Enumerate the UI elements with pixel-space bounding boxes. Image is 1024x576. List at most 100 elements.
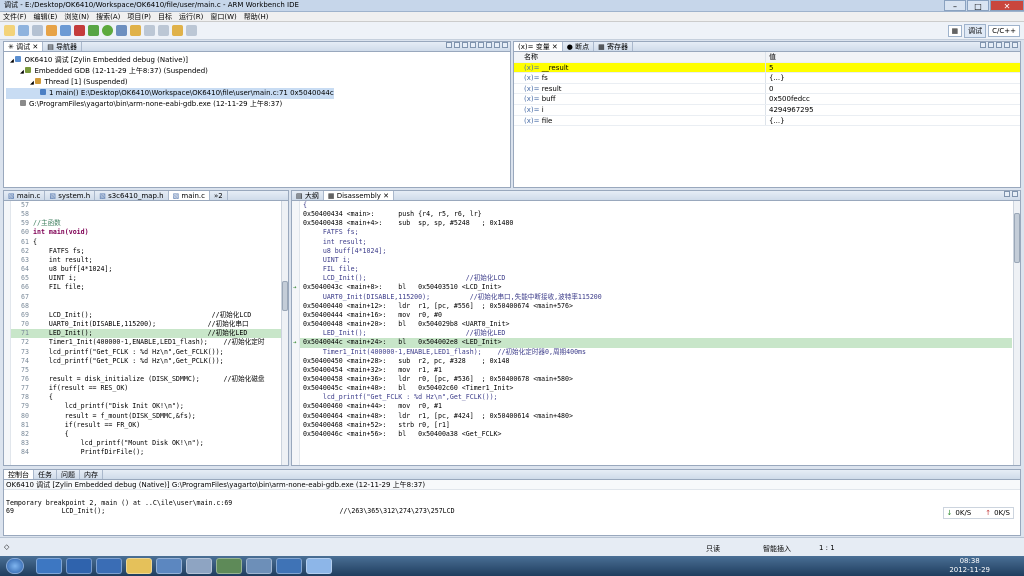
variable-icon: (x)= — [524, 95, 542, 104]
step-return-icon[interactable] — [486, 42, 492, 48]
menu-item[interactable]: 运行(R) — [179, 12, 203, 22]
console-tab[interactable]: 控制台 — [4, 470, 34, 479]
variable-row[interactable]: (x)= file {...} — [514, 115, 1020, 127]
taskbar-media-icon[interactable] — [96, 558, 122, 574]
minimize-button[interactable]: – — [944, 0, 966, 11]
taskbar-app-icon[interactable] — [276, 558, 302, 574]
minimize-view-icon[interactable] — [494, 42, 500, 48]
debug-tree-node[interactable]: ◢ OK6410 调试 [Zylin Embedded debug (Nativ… — [6, 55, 508, 66]
code-text: Timer1_Init(400000-1,ENABLE,LED1_flash);… — [33, 338, 265, 347]
menu-item[interactable]: 编辑(E) — [34, 12, 58, 22]
disassembly-line: 0x50400434 <main>: push {r4, r5, r6, lr} — [300, 210, 1012, 219]
console-output[interactable]: Temporary breakpoint 2, main () at ..C\i… — [4, 490, 1020, 516]
line-number: 66 — [21, 283, 29, 292]
maximize-view-icon[interactable] — [502, 42, 508, 48]
disassembly-scroll-thumb[interactable] — [1014, 213, 1020, 263]
taskbar-ie-icon[interactable] — [66, 558, 92, 574]
tab-disassembly[interactable]: ▦ Disassembly ✕ — [323, 191, 395, 200]
line-number: 67 — [21, 292, 29, 301]
variable-row[interactable]: (x)= fs {...} — [514, 73, 1020, 84]
search-icon[interactable] — [130, 25, 141, 36]
minimize-view-icon[interactable] — [1004, 42, 1010, 48]
taskbar-browser-icon[interactable] — [36, 558, 62, 574]
next-annotation-icon[interactable] — [158, 25, 169, 36]
disassembly-vertical-scrollbar[interactable] — [1013, 201, 1020, 465]
tab-registers[interactable]: ▦ 寄存器 — [594, 42, 633, 51]
code-line: 81 if(result == FR_OK) — [11, 421, 281, 430]
run-icon[interactable] — [102, 25, 113, 36]
menu-item[interactable]: 项目(P) — [127, 12, 151, 22]
taskbar-app-icon[interactable] — [216, 558, 242, 574]
suspend-icon[interactable] — [454, 42, 460, 48]
external-tools-icon[interactable] — [116, 25, 127, 36]
maximize-button[interactable]: □ — [967, 0, 989, 11]
console-tab[interactable]: 问题 — [57, 470, 80, 479]
editor-vertical-scrollbar[interactable] — [281, 201, 288, 465]
step-over-icon[interactable] — [478, 42, 484, 48]
close-button[interactable]: ✕ — [990, 0, 1024, 11]
taskbar-app-icon[interactable] — [156, 558, 182, 574]
minimize-view-icon[interactable] — [1004, 191, 1010, 197]
editor-tab[interactable]: ▧ main.c — [168, 191, 210, 200]
show-type-icon[interactable] — [980, 42, 986, 48]
tab-variables[interactable]: (x)= 变量 ✕ — [514, 42, 563, 51]
terminate-icon[interactable] — [462, 42, 468, 48]
print-icon[interactable] — [32, 25, 43, 36]
menu-item[interactable]: 浏览(N) — [64, 12, 89, 22]
editor-tab[interactable]: ▧ s3c6410_map.h — [95, 191, 169, 200]
debug-tree-node[interactable]: 1 main() E:\Desktop\OK6410\Workspace\OK6… — [6, 88, 334, 99]
editor-scroll-thumb[interactable] — [282, 281, 288, 311]
build-icon[interactable] — [46, 25, 57, 36]
open-perspective-icon[interactable]: ▦ — [947, 25, 963, 37]
variable-row[interactable]: (x)= __result 5 — [514, 62, 1020, 74]
menu-item[interactable]: 搜索(A) — [96, 12, 120, 22]
stop-icon[interactable] — [74, 25, 85, 36]
disassembly-code[interactable]: {0x50400434 <main>: push {r4, r5, r6, lr… — [293, 201, 1012, 439]
variable-row[interactable]: (x)= buff 0x500fedcc — [514, 94, 1020, 105]
variable-row[interactable]: (x)= i 4294967295 — [514, 104, 1020, 116]
taskbar-folder-icon[interactable] — [126, 558, 152, 574]
column-header-value[interactable]: 值 — [766, 52, 776, 62]
taskbar-app-icon[interactable] — [246, 558, 272, 574]
forward-icon[interactable] — [186, 25, 197, 36]
collapse-all-icon[interactable] — [988, 42, 994, 48]
prev-annotation-icon[interactable] — [144, 25, 155, 36]
step-into-icon[interactable] — [470, 42, 476, 48]
column-header-name[interactable]: 名称 — [514, 52, 766, 62]
variable-name-cell: (x)= result — [514, 83, 766, 94]
view-menu-icon[interactable] — [996, 42, 1002, 48]
taskbar-app-icon[interactable] — [186, 558, 212, 574]
debug-run-icon[interactable] — [88, 25, 99, 36]
tab-outline[interactable]: ▤ 大纲 — [292, 191, 324, 200]
start-button-icon[interactable] — [6, 558, 24, 574]
menu-item[interactable]: 帮助(H) — [244, 12, 269, 22]
back-icon[interactable] — [172, 25, 183, 36]
perspective-debug[interactable]: 调试 — [964, 24, 987, 38]
editor-tab[interactable]: ▧ main.c — [4, 191, 46, 200]
save-icon[interactable] — [18, 25, 29, 36]
editor-code[interactable]: 57 58 59 //主函数 60 int main(void) 61 {62 FATFS f… — [11, 201, 281, 457]
menu-item[interactable]: 目标 — [158, 12, 172, 22]
system-clock[interactable]: 08:38 2012-11-29 — [949, 557, 990, 575]
menu-item[interactable]: 文件(F) — [3, 12, 27, 22]
debug-tree-node[interactable]: ◢ Embedded GDB (12-11-29 上午8:37) (Suspen… — [6, 66, 508, 77]
editor-tab[interactable]: ▧ system.h — [45, 191, 96, 200]
taskbar-ide-icon[interactable] — [306, 558, 332, 574]
debug-tree-node[interactable]: ◢ Thread [1] (Suspended) — [6, 77, 508, 88]
console-tab[interactable]: 内存 — [80, 470, 103, 479]
resume-icon[interactable] — [446, 42, 452, 48]
menu-item[interactable]: 窗口(W) — [210, 12, 236, 22]
maximize-view-icon[interactable] — [1012, 42, 1018, 48]
tab-navigator[interactable]: ▤ 导航器 — [43, 42, 83, 51]
target-icon[interactable] — [60, 25, 71, 36]
status-cursor-position: 1 : 1 — [819, 544, 835, 552]
new-icon[interactable] — [4, 25, 15, 36]
tab-breakpoints[interactable]: ● 断点 — [563, 42, 595, 51]
console-tab[interactable]: 任务 — [34, 470, 57, 479]
perspective-cpp[interactable]: C/C++ — [988, 25, 1020, 37]
tab-debug[interactable]: ✳ 调试 ✕ — [4, 42, 44, 51]
editor-tab[interactable]: »2 — [210, 191, 228, 200]
variable-row[interactable]: (x)= result 0 — [514, 83, 1020, 95]
debug-tree-node[interactable]: G:\ProgramFiles\yagarto\bin\arm-none-eab… — [6, 99, 508, 110]
maximize-view-icon[interactable] — [1012, 191, 1018, 197]
